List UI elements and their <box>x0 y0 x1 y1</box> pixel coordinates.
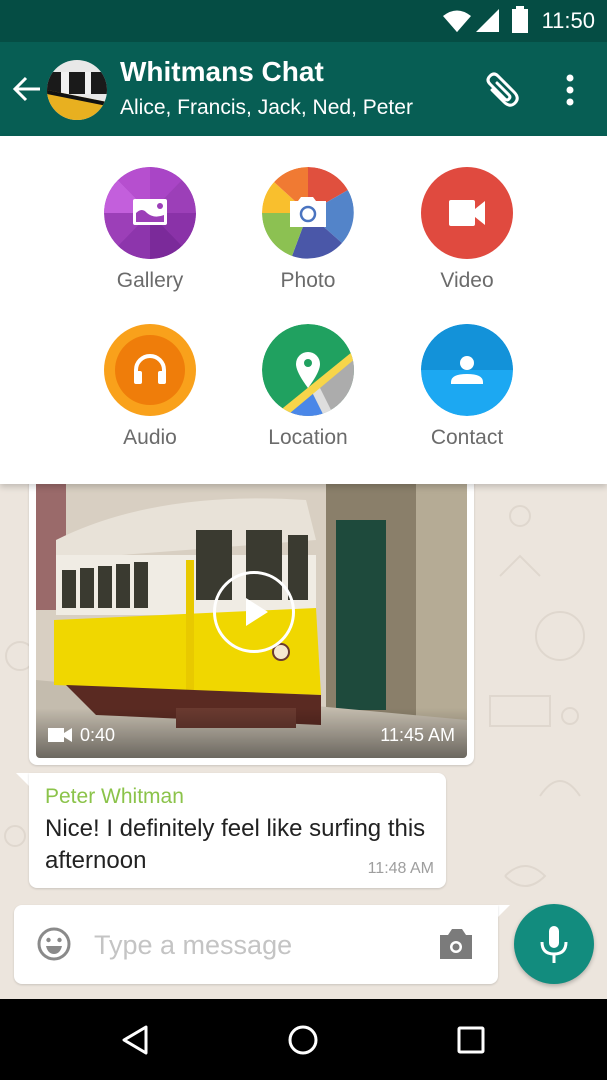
location-pin-icon <box>262 324 354 416</box>
bubble-tail <box>16 773 30 787</box>
composer <box>14 905 498 984</box>
arrow-left-icon[interactable] <box>10 72 44 106</box>
attach-video-label: Video <box>440 269 494 292</box>
camera-icon <box>262 167 354 259</box>
wifi-icon <box>443 10 471 32</box>
attach-gallery-label: Gallery <box>116 269 184 292</box>
attachment-panel: Gallery Photo Video Audio Location Conta… <box>0 136 607 484</box>
video-thumbnail[interactable]: 0:40 11:45 AM <box>36 480 467 758</box>
attach-audio[interactable]: Audio <box>80 324 220 450</box>
cell-signal-icon <box>476 9 499 32</box>
more-vert-icon[interactable] <box>558 70 582 110</box>
back-triangle-icon[interactable] <box>118 1023 152 1057</box>
videocam-icon <box>421 167 513 259</box>
attach-location[interactable]: Location <box>238 324 378 450</box>
headphones-icon <box>104 324 196 416</box>
recents-square-icon[interactable] <box>456 1023 486 1057</box>
person-icon <box>421 324 513 416</box>
attach-photo-label: Photo <box>280 269 336 292</box>
videocam-icon <box>48 728 72 742</box>
home-circle-icon[interactable] <box>286 1023 320 1057</box>
message-input[interactable] <box>94 925 424 965</box>
chat-header: Whitmans Chat Alice, Francis, Jack, Ned,… <box>0 42 607 136</box>
attach-location-label: Location <box>268 426 348 449</box>
microphone-icon <box>540 926 568 963</box>
attach-gallery[interactable]: Gallery <box>80 167 220 293</box>
camera-icon[interactable] <box>438 927 474 961</box>
input-tail <box>496 905 510 919</box>
attach-photo[interactable]: Photo <box>238 167 378 293</box>
status-bar: 11:50 <box>0 0 607 42</box>
message-timestamp: 11:45 AM <box>380 725 455 745</box>
avatar[interactable] <box>47 60 107 120</box>
play-button[interactable] <box>213 571 295 653</box>
chat-title[interactable]: Whitmans Chat <box>120 56 324 88</box>
play-icon <box>246 598 268 626</box>
emoji-icon[interactable] <box>36 926 72 962</box>
video-message: 0:40 11:45 AM <box>29 473 474 765</box>
attach-audio-label: Audio <box>123 426 177 449</box>
attach-contact-label: Contact <box>430 426 504 449</box>
text-message: Peter Whitman Nice! I definitely feel li… <box>29 773 446 888</box>
voice-record-button[interactable] <box>514 904 594 984</box>
system-nav-bar <box>0 999 607 1080</box>
paperclip-icon[interactable] <box>478 68 522 112</box>
image-icon <box>104 167 196 259</box>
chat-participants[interactable]: Alice, Francis, Jack, Ned, Peter <box>120 96 413 120</box>
battery-icon <box>512 6 528 33</box>
message-timestamp: 11:48 AM <box>367 860 434 877</box>
attach-video[interactable]: Video <box>397 167 537 293</box>
clock: 11:50 <box>541 8 595 33</box>
video-duration: 0:40 <box>80 725 116 745</box>
sender-name[interactable]: Peter Whitman <box>45 785 184 809</box>
attach-contact[interactable]: Contact <box>397 324 537 450</box>
